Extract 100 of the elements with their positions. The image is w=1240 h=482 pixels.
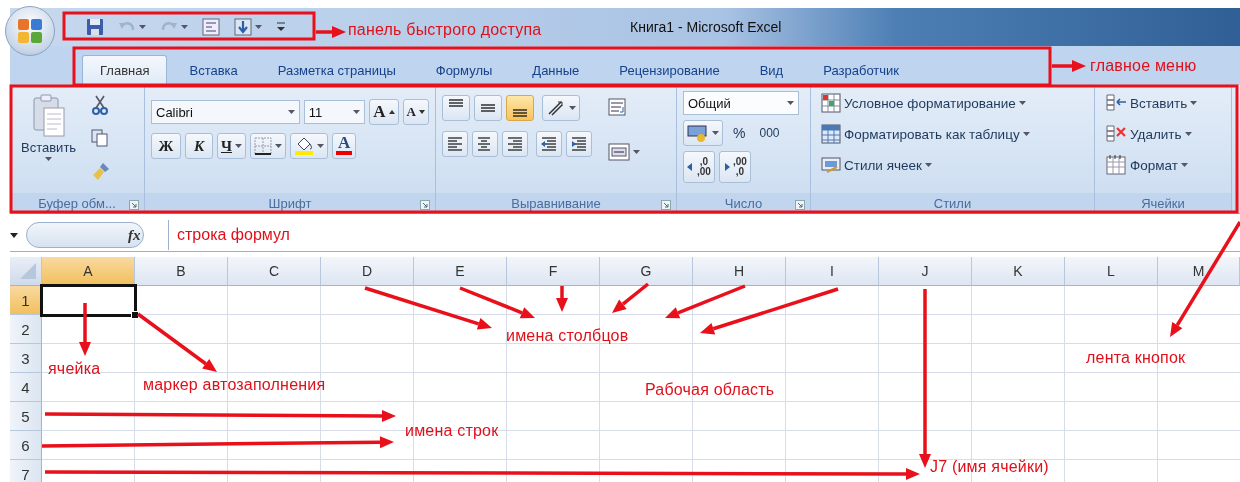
increase-decimal-button[interactable]: ,0 ,00 <box>683 151 715 183</box>
delete-cells-icon <box>1105 124 1127 144</box>
styles-menu-button[interactable]: Форматировать как таблицу <box>817 120 1088 148</box>
align-bottom-button[interactable] <box>506 95 534 121</box>
insert-cells-icon <box>1105 93 1127 113</box>
annotation-label: имена строк <box>405 422 499 440</box>
row-header[interactable]: 5 <box>10 402 42 431</box>
annotation-label: главное меню <box>1090 57 1197 75</box>
align-center-button[interactable] <box>472 131 498 157</box>
row-header[interactable]: 2 <box>10 315 42 344</box>
row-header[interactable]: 4 <box>10 373 42 402</box>
lines-icon <box>448 99 464 107</box>
cells-menu-button[interactable]: Вставить <box>1101 89 1225 117</box>
lines-icon <box>446 135 464 153</box>
font-size-dropdown[interactable]: 11 <box>303 100 366 124</box>
styles-menu-button[interactable]: Стили ячеек <box>817 151 1088 179</box>
angled-text-icon <box>546 99 566 117</box>
underline-button[interactable]: Ч <box>217 133 246 159</box>
align-left-button[interactable] <box>442 131 468 157</box>
row-header[interactable]: 3 <box>10 344 42 373</box>
paste-button[interactable]: Вставить <box>16 91 82 191</box>
thousands-button[interactable]: 000 <box>755 120 784 146</box>
column-header[interactable]: D <box>321 257 414 286</box>
column-header[interactable]: K <box>972 257 1065 286</box>
column-header[interactable]: A <box>42 257 135 286</box>
formula-input[interactable]: строка формул <box>168 220 1240 250</box>
row-header[interactable]: 7 <box>10 460 42 482</box>
caret-icon <box>1018 101 1026 105</box>
number-format-dropdown[interactable]: Общий <box>683 91 799 115</box>
row-header[interactable]: 6 <box>10 431 42 460</box>
caret-icon <box>287 110 295 114</box>
caret-icon <box>787 101 794 105</box>
function-button[interactable]: fx <box>128 226 162 244</box>
ribbon-tab[interactable]: Формулы <box>417 55 511 85</box>
fill-color-button[interactable] <box>290 133 328 159</box>
wrap-icon <box>608 97 628 117</box>
ribbon-tab[interactable]: Разметка страницы <box>259 55 414 85</box>
table-icon <box>821 93 841 113</box>
form-icon <box>202 18 220 36</box>
column-header[interactable]: L <box>1065 257 1158 286</box>
align-top-button[interactable] <box>442 95 470 121</box>
font-name-dropdown[interactable]: Calibri <box>151 100 300 124</box>
indent-icon <box>540 135 558 153</box>
cells-menu-button[interactable]: Формат <box>1101 151 1225 179</box>
cells-menu-button[interactable]: Удалить <box>1101 120 1225 148</box>
column-header[interactable]: C <box>228 257 321 286</box>
orientation-button[interactable] <box>542 95 580 121</box>
arrow <box>556 286 568 312</box>
window-title: Книга1 - Microsoft Excel <box>630 19 782 35</box>
ribbon-tab[interactable]: Главная <box>82 55 168 85</box>
annotation-label: Рабочая область <box>645 381 775 399</box>
caret-icon <box>45 157 53 161</box>
launcher-icon <box>661 200 671 210</box>
caret-icon <box>924 163 932 167</box>
column-header[interactable]: B <box>135 257 228 286</box>
increase-indent-button[interactable] <box>566 131 592 157</box>
row-header[interactable]: 1 <box>10 286 42 315</box>
column-header[interactable]: M <box>1158 257 1240 286</box>
copy-icon <box>91 129 110 147</box>
bold-button[interactable]: Ж <box>151 133 181 159</box>
column-header[interactable]: F <box>507 257 600 286</box>
currency-button[interactable] <box>683 120 723 146</box>
group-title: Стили <box>933 195 972 211</box>
launcher-icon <box>795 200 805 210</box>
align-middle-button[interactable] <box>474 95 502 121</box>
annotation-label: J7 (имя ячейки) <box>930 458 1049 476</box>
launcher-icon <box>129 200 139 210</box>
caret-icon <box>633 150 640 154</box>
column-header[interactable]: G <box>600 257 693 286</box>
caret-icon <box>1184 132 1192 136</box>
ribbon-tab[interactable]: Разработчик <box>805 55 918 85</box>
column-header[interactable]: H <box>693 257 786 286</box>
font-color-button[interactable]: A <box>332 133 356 159</box>
column-header[interactable]: I <box>786 257 879 286</box>
ribbon-tab[interactable]: Вставка <box>171 55 256 85</box>
align-right-button[interactable] <box>502 131 528 157</box>
caret-icon <box>712 131 719 135</box>
money-icon <box>687 124 709 142</box>
group-title: Выравнивание <box>511 195 601 211</box>
styles-menu-button[interactable]: Условное форматирование <box>817 89 1088 117</box>
squares-icon <box>16 17 44 45</box>
shrink-font-button[interactable]: A <box>402 99 429 125</box>
ribbon-tab[interactable]: Рецензирование <box>601 55 738 85</box>
caret-icon <box>569 106 576 110</box>
annotation-label: маркер автозаполнения <box>143 376 326 394</box>
ribbon-tab[interactable]: Вид <box>741 55 802 85</box>
column-header[interactable]: E <box>414 257 507 286</box>
italic-button[interactable]: К <box>185 133 213 159</box>
grow-font-button[interactable]: A <box>369 99 399 125</box>
column-header[interactable]: J <box>879 257 972 286</box>
down-arrow-icon <box>234 18 252 36</box>
borders-icon <box>254 137 272 155</box>
scissors-icon <box>91 95 110 115</box>
decrease-decimal-button[interactable]: ,00 ,0 <box>718 151 751 183</box>
ribbon-tab[interactable]: Данные <box>514 55 598 85</box>
fill-handle[interactable] <box>131 311 139 319</box>
decrease-indent-button[interactable] <box>536 131 562 157</box>
percent-button[interactable]: % <box>729 120 750 146</box>
borders-button[interactable] <box>250 133 286 159</box>
arrow-icon <box>722 163 730 171</box>
